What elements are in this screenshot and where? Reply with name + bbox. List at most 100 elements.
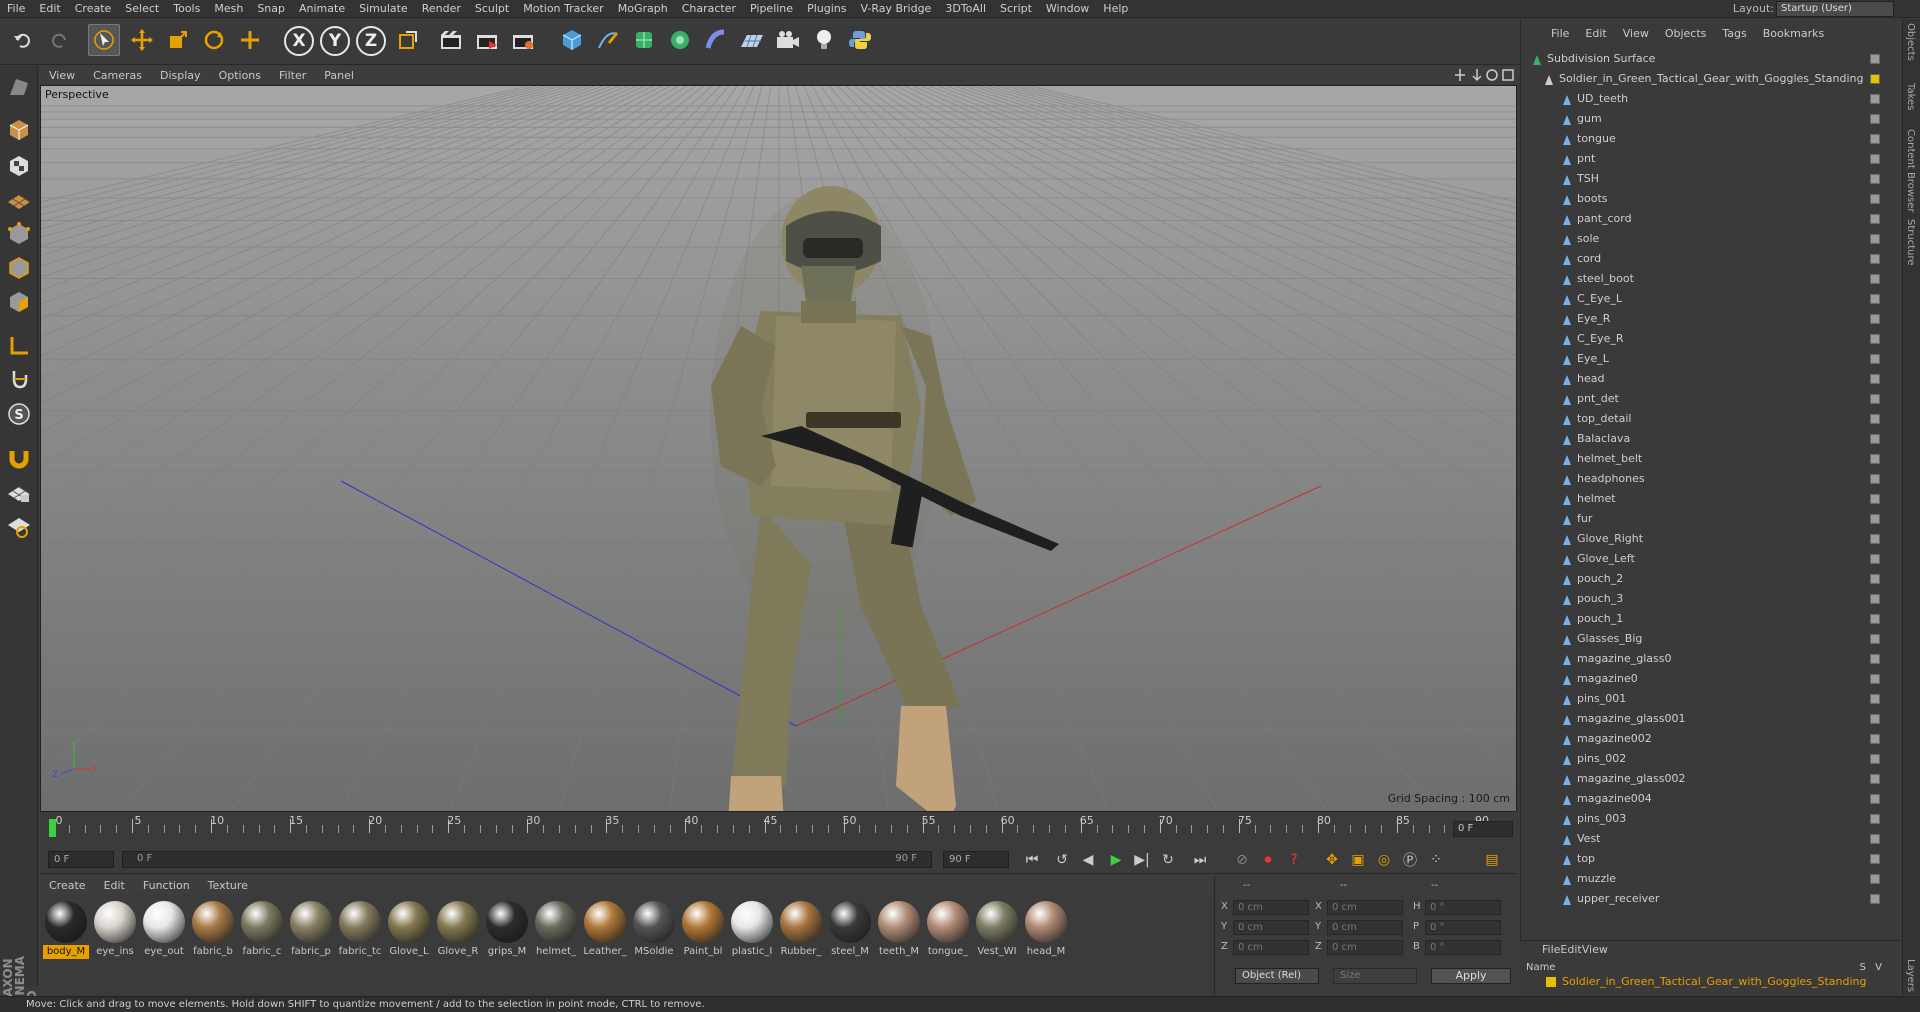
- object-row[interactable]: pins_001: [1521, 689, 1881, 709]
- visibility-toggle[interactable]: [1870, 414, 1880, 424]
- object-row[interactable]: cord: [1521, 249, 1881, 269]
- menu-mograph[interactable]: MoGraph: [611, 0, 675, 18]
- viewport-menu-cameras[interactable]: Cameras: [84, 69, 151, 82]
- menu-motion-tracker[interactable]: Motion Tracker: [516, 0, 610, 18]
- material-swatch[interactable]: Rubber_: [778, 899, 824, 961]
- viewport-menu-view[interactable]: View: [40, 69, 84, 82]
- material-swatch[interactable]: fabric_p: [288, 899, 334, 961]
- object-row[interactable]: magazine002: [1521, 729, 1881, 749]
- visibility-toggle[interactable]: [1870, 634, 1880, 644]
- visibility-toggle[interactable]: [1870, 174, 1880, 184]
- object-menu-objects[interactable]: Objects: [1657, 27, 1715, 40]
- visibility-toggle[interactable]: [1870, 794, 1880, 804]
- live-selection-icon[interactable]: [234, 24, 266, 56]
- model-mode-icon[interactable]: [3, 114, 35, 146]
- visibility-toggle[interactable]: [1870, 394, 1880, 404]
- object-row[interactable]: sole: [1521, 229, 1881, 249]
- z-axis-lock-icon[interactable]: Z: [356, 26, 386, 56]
- visibility-toggle[interactable]: [1870, 614, 1880, 624]
- menu-edit[interactable]: Edit: [32, 0, 67, 18]
- menu-simulate[interactable]: Simulate: [352, 0, 415, 18]
- material-swatch[interactable]: eye_ins: [92, 899, 138, 961]
- visibility-toggle[interactable]: [1870, 654, 1880, 664]
- object-row[interactable]: helmet: [1521, 489, 1881, 509]
- object-row[interactable]: TSH: [1521, 169, 1881, 189]
- object-row[interactable]: Balaclava: [1521, 429, 1881, 449]
- previous-key-icon[interactable]: ↺: [1050, 849, 1074, 871]
- playhead[interactable]: [49, 819, 56, 837]
- material-swatch[interactable]: Paint_bl: [680, 899, 726, 961]
- frame-range-slider[interactable]: 0 F 90 F: [122, 851, 932, 868]
- material-swatch[interactable]: eye_out: [141, 899, 187, 961]
- menu-sculpt[interactable]: Sculpt: [468, 0, 516, 18]
- scale-icon[interactable]: [162, 24, 194, 56]
- viewport-menu-panel[interactable]: Panel: [315, 69, 363, 82]
- visibility-toggle[interactable]: [1870, 854, 1880, 864]
- camera-icon[interactable]: [772, 24, 804, 56]
- object-row[interactable]: magazine_glass0: [1521, 649, 1881, 669]
- visibility-toggle[interactable]: [1870, 54, 1880, 64]
- coord-value-field[interactable]: 0 °: [1425, 900, 1501, 915]
- material-menu-edit[interactable]: Edit: [95, 879, 134, 892]
- visibility-toggle[interactable]: [1870, 154, 1880, 164]
- object-row[interactable]: pnt: [1521, 149, 1881, 169]
- object-row[interactable]: pant_cord: [1521, 209, 1881, 229]
- menu-pipeline[interactable]: Pipeline: [743, 0, 800, 18]
- cube-icon[interactable]: [556, 24, 588, 56]
- object-row[interactable]: pnt_det: [1521, 389, 1881, 409]
- menu-3dtoall[interactable]: 3DToAll: [938, 0, 993, 18]
- pen-spline-icon[interactable]: [592, 24, 624, 56]
- object-row[interactable]: magazine_glass001: [1521, 709, 1881, 729]
- layout-select[interactable]: Startup (User): [1776, 1, 1894, 17]
- visibility-toggle[interactable]: [1870, 74, 1880, 84]
- polygons-mode-icon[interactable]: [3, 286, 35, 318]
- workplane-lock-icon[interactable]: [3, 476, 35, 508]
- object-menu-bookmarks[interactable]: Bookmarks: [1755, 27, 1832, 40]
- material-swatch[interactable]: MSoldie: [631, 899, 677, 961]
- material-swatch[interactable]: Glove_R: [435, 899, 481, 961]
- solo-icon[interactable]: S: [3, 398, 35, 430]
- right-tab-takes[interactable]: Takes: [1905, 83, 1916, 110]
- visibility-toggle[interactable]: [1870, 894, 1880, 904]
- object-row[interactable]: top_detail: [1521, 409, 1881, 429]
- right-tab-content-browser[interactable]: Content Browser: [1905, 129, 1916, 212]
- visibility-toggle[interactable]: [1870, 314, 1880, 324]
- visibility-toggle[interactable]: [1870, 454, 1880, 464]
- visibility-toggle[interactable]: [1870, 474, 1880, 484]
- object-row[interactable]: C_Eye_R: [1521, 329, 1881, 349]
- visibility-toggle[interactable]: [1870, 874, 1880, 884]
- object-row[interactable]: steel_boot: [1521, 269, 1881, 289]
- redo-icon[interactable]: [42, 24, 74, 56]
- coord-value-field[interactable]: 0 cm: [1327, 900, 1403, 915]
- key-position-icon[interactable]: ✥: [1320, 849, 1344, 871]
- coord-mode-select[interactable]: Object (Rel): [1235, 968, 1319, 984]
- menu-window[interactable]: Window: [1039, 0, 1096, 18]
- rotate-icon[interactable]: [198, 24, 230, 56]
- visibility-toggle[interactable]: [1870, 714, 1880, 724]
- render-picture-viewer-icon[interactable]: [472, 24, 504, 56]
- layer-menu-file[interactable]: File: [1542, 943, 1560, 959]
- visibility-toggle[interactable]: [1870, 234, 1880, 244]
- material-swatch[interactable]: helmet_: [533, 899, 579, 961]
- make-editable-icon[interactable]: [3, 70, 35, 102]
- play-icon[interactable]: ▶: [1104, 849, 1128, 871]
- visibility-toggle[interactable]: [1870, 734, 1880, 744]
- visibility-toggle[interactable]: [1870, 494, 1880, 504]
- object-menu-view[interactable]: View: [1615, 27, 1657, 40]
- tweak-mode-icon[interactable]: [3, 364, 35, 396]
- menu-script[interactable]: Script: [993, 0, 1039, 18]
- visibility-toggle[interactable]: [1870, 554, 1880, 564]
- object-row[interactable]: pins_002: [1521, 749, 1881, 769]
- visibility-toggle[interactable]: [1870, 594, 1880, 604]
- autokey-icon[interactable]: ⏺: [1256, 849, 1280, 871]
- light-icon[interactable]: [808, 24, 840, 56]
- material-swatch[interactable]: fabric_tc: [337, 899, 383, 961]
- layer-item-label[interactable]: Soldier_in_Green_Tactical_Gear_with_Gogg…: [1562, 975, 1867, 988]
- go-to-start-icon[interactable]: ⏮: [1020, 849, 1044, 871]
- viewport-menu-filter[interactable]: Filter: [270, 69, 315, 82]
- material-swatch[interactable]: Leather_: [582, 899, 628, 961]
- material-menu-function[interactable]: Function: [134, 879, 199, 892]
- object-row[interactable]: head: [1521, 369, 1881, 389]
- object-row[interactable]: UD_teeth: [1521, 89, 1881, 109]
- viewport-menu-options[interactable]: Options: [210, 69, 270, 82]
